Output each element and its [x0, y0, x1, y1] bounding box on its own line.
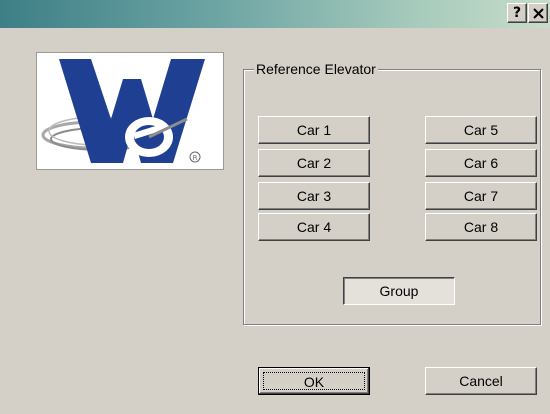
car-6-button[interactable]: Car 6 — [425, 149, 537, 177]
svg-text:R: R — [193, 154, 198, 162]
car-4-button[interactable]: Car 4 — [258, 213, 370, 241]
ok-button-label: OK — [263, 372, 365, 390]
reference-elevator-dialog: ? R Reference Elevator Car 1 Car 2 Car 3… — [0, 0, 550, 414]
cancel-button[interactable]: Cancel — [425, 367, 537, 395]
company-logo: R — [36, 52, 224, 170]
car-2-button[interactable]: Car 2 — [258, 149, 370, 177]
title-bar: ? — [0, 0, 550, 28]
car-8-button[interactable]: Car 8 — [425, 213, 537, 241]
close-button[interactable] — [528, 3, 548, 23]
car-3-button[interactable]: Car 3 — [258, 182, 370, 210]
car-7-button[interactable]: Car 7 — [425, 182, 537, 210]
help-icon: ? — [512, 5, 522, 21]
help-button[interactable]: ? — [507, 3, 527, 23]
car-5-button[interactable]: Car 5 — [425, 116, 537, 144]
reference-elevator-label: Reference Elevator — [254, 60, 378, 78]
ok-button[interactable]: OK — [258, 367, 370, 395]
group-button[interactable]: Group — [343, 277, 455, 305]
company-logo-icon: R — [41, 59, 205, 163]
car-1-button[interactable]: Car 1 — [258, 116, 370, 144]
close-icon — [533, 8, 544, 19]
